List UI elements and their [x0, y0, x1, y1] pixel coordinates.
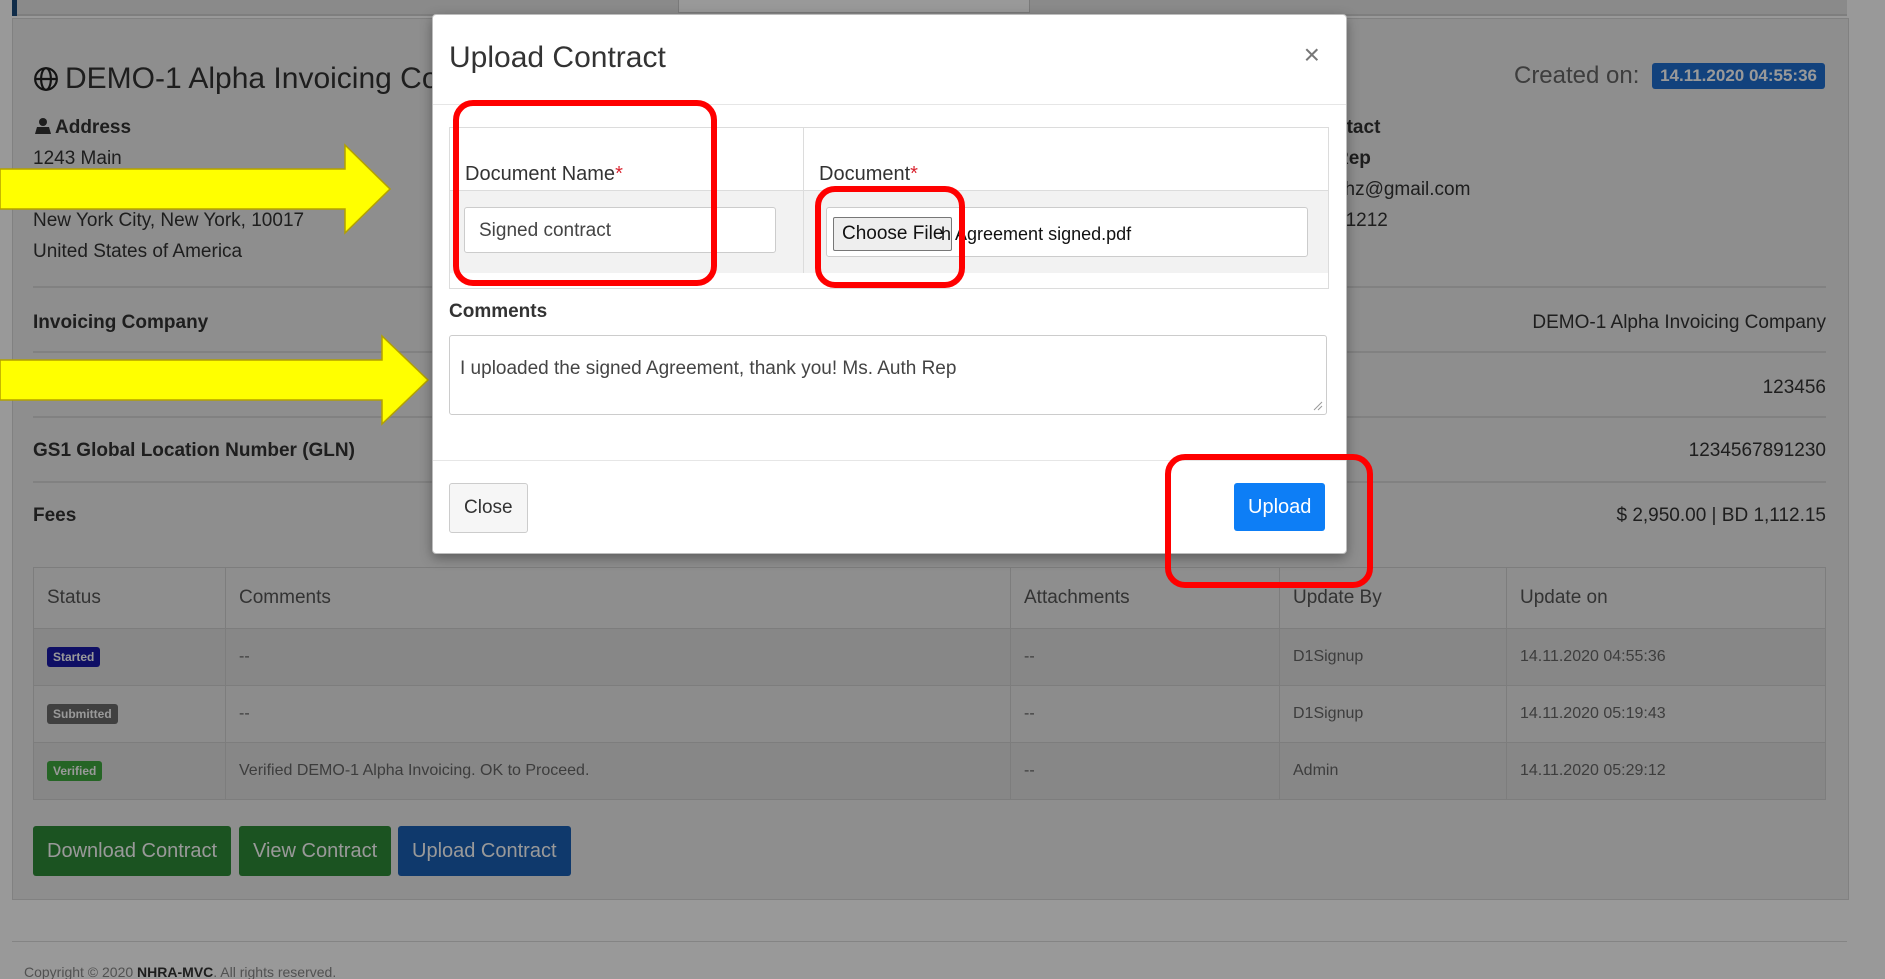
comments-text: I uploaded the signed Agreement, thank y… — [460, 358, 957, 379]
close-button[interactable]: Close — [449, 483, 528, 533]
comments-label: Comments — [449, 301, 548, 322]
highlight-document-name — [453, 100, 717, 286]
document-label-text: Document — [819, 163, 911, 185]
highlight-upload-button — [1165, 454, 1373, 588]
document-label: Document* — [819, 163, 918, 186]
resize-grip-icon[interactable] — [1313, 401, 1323, 411]
column-divider — [803, 128, 804, 273]
page: DEMO-1 Alpha Invoicing Con Created on: 1… — [0, 0, 1885, 979]
pointer-arrow-icon — [0, 143, 392, 235]
comments-textarea[interactable]: I uploaded the signed Agreement, thank y… — [449, 335, 1327, 415]
required-mark: * — [910, 163, 918, 185]
highlight-choose-file — [815, 186, 965, 288]
modal-title: Upload Contract — [449, 41, 666, 74]
selected-file-name: h Agreement signed.pdf — [941, 224, 1132, 244]
pointer-arrow-icon — [0, 334, 430, 426]
close-icon[interactable]: × — [1304, 39, 1320, 71]
